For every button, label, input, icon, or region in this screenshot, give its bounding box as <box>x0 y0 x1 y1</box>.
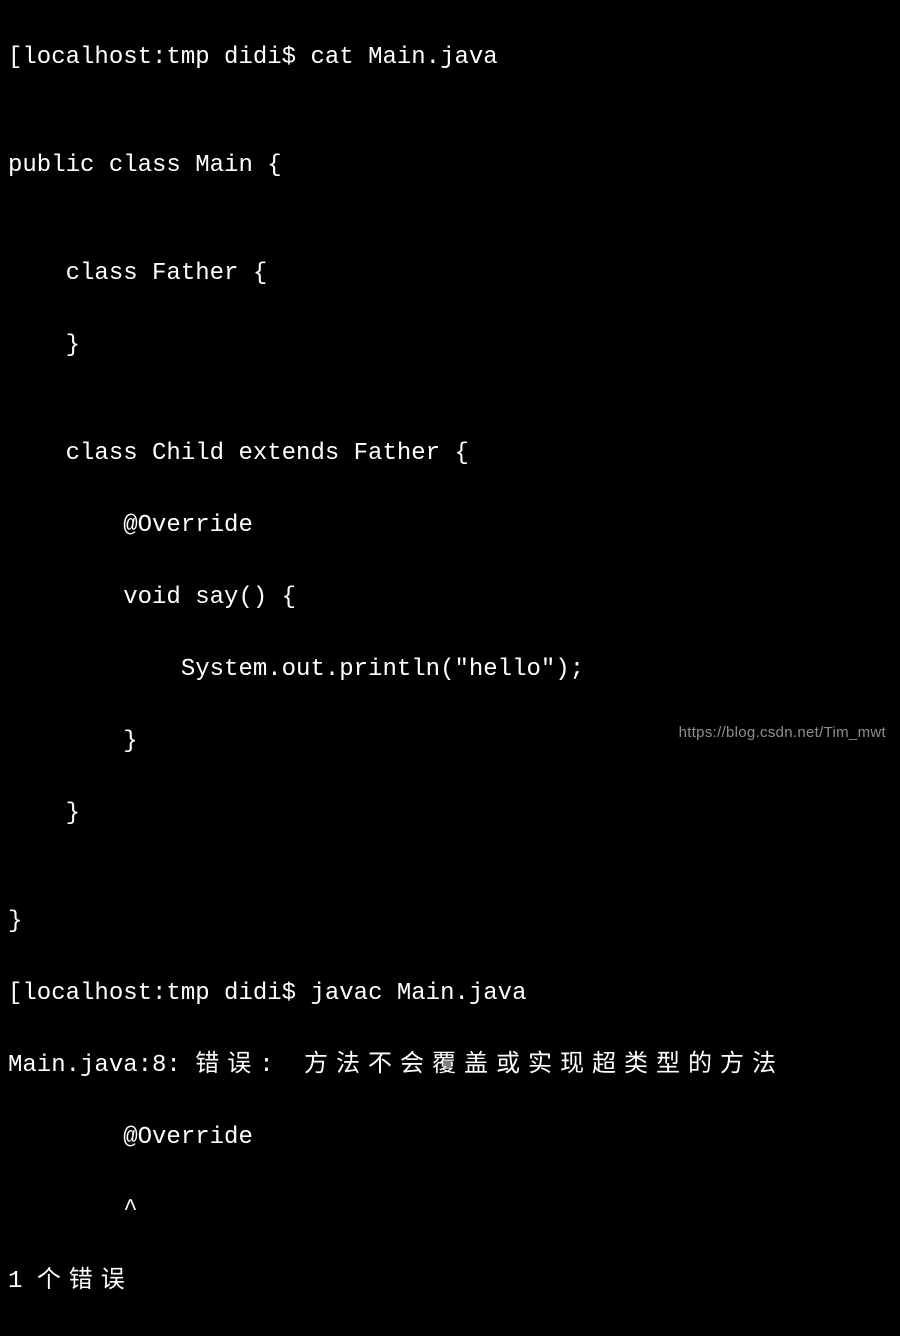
error-message: 方法不会覆盖或实现超类型的方法 <box>304 1052 784 1079</box>
terminal-line: } <box>8 328 892 364</box>
shell-prompt: localhost:tmp didi$ <box>22 44 310 71</box>
terminal-line: public class Main { <box>8 148 892 184</box>
terminal-line: void say() { <box>8 580 892 616</box>
terminal-line: } <box>8 904 892 940</box>
terminal-output[interactable]: [localhost:tmp didi$ cat Main.java publi… <box>8 4 892 1336</box>
error-count: 1 <box>8 1268 37 1295</box>
shell-prompt: localhost:tmp didi$ <box>22 980 310 1007</box>
terminal-line: @Override <box>8 1120 892 1156</box>
terminal-line: } <box>8 796 892 832</box>
terminal-line: class Child extends Father { <box>8 436 892 472</box>
terminal-line: @Override <box>8 508 892 544</box>
error-count-label: 个错误 <box>37 1268 133 1295</box>
error-location: Main.java:8: <box>8 1052 195 1079</box>
terminal-line: class Father { <box>8 256 892 292</box>
error-label: 错误: <box>195 1052 304 1079</box>
prompt-prefix: [ <box>8 44 22 71</box>
shell-command: javac Main.java <box>310 980 526 1007</box>
terminal-line: [localhost:tmp didi$ cat Main.java <box>8 40 892 76</box>
terminal-line: System.out.println("hello"); <box>8 652 892 688</box>
terminal-line: ^ <box>8 1192 892 1228</box>
shell-command: cat Main.java <box>310 44 497 71</box>
watermark-text: https://blog.csdn.net/Tim_mwt <box>679 722 886 745</box>
error-summary: 1 个错误 <box>8 1264 892 1300</box>
error-line: Main.java:8: 错误: 方法不会覆盖或实现超类型的方法 <box>8 1048 892 1084</box>
prompt-prefix: [ <box>8 980 22 1007</box>
terminal-line: [localhost:tmp didi$ javac Main.java <box>8 976 892 1012</box>
